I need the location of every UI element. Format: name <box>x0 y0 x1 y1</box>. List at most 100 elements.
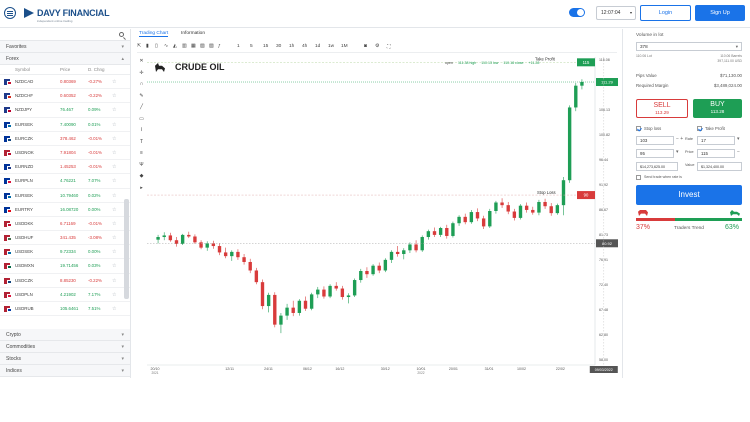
list-item[interactable]: EURCZK 378.462 -0.01% ☆ <box>0 132 130 146</box>
candle-body[interactable] <box>285 307 289 316</box>
candle-body[interactable] <box>451 223 455 236</box>
candle-body[interactable] <box>555 205 560 214</box>
list-item[interactable]: USDPLN 4.21902 7.17% ☆ <box>0 288 130 302</box>
chevron-down-icon[interactable]: ▾ <box>737 136 740 142</box>
stepper-minus-plus[interactable]: − <box>737 149 740 155</box>
list-item[interactable]: EURPLN 4.76221 7.07% ☆ <box>0 174 130 189</box>
candle-body[interactable] <box>156 237 160 240</box>
candle-body[interactable] <box>395 251 400 255</box>
candle-body[interactable] <box>352 280 357 296</box>
candle-body[interactable] <box>463 216 467 223</box>
candle-body[interactable] <box>211 243 216 247</box>
candle-body[interactable] <box>359 271 363 281</box>
sell-button[interactable]: SELL 113.29 <box>636 99 688 118</box>
candle-body[interactable] <box>254 270 259 283</box>
list-item[interactable]: NZDCAD 0.80369 -0.27% ☆ <box>0 75 130 90</box>
candle-body[interactable] <box>494 202 498 211</box>
candle-body[interactable] <box>242 257 246 262</box>
candle-body[interactable] <box>168 235 173 241</box>
candle-body[interactable] <box>549 206 553 214</box>
candle-body[interactable] <box>469 212 474 223</box>
star-icon[interactable]: ☆ <box>112 231 116 245</box>
candle-body[interactable] <box>273 294 277 325</box>
category-forex[interactable]: Forex ▴ <box>0 53 130 65</box>
candle-body[interactable] <box>537 201 541 213</box>
candle-body[interactable] <box>567 107 572 181</box>
candle-body[interactable] <box>445 227 449 236</box>
take-profit-price-input[interactable]: 115 <box>697 149 735 158</box>
list-scrollbar[interactable] <box>124 199 129 299</box>
candle-body[interactable] <box>371 265 375 275</box>
take-profit-checkbox[interactable] <box>697 126 702 131</box>
candle-body[interactable] <box>506 205 510 212</box>
list-item[interactable]: USDSEK 9.72334 0.00% ☆ <box>0 245 130 260</box>
candle-body[interactable] <box>162 235 166 238</box>
candle-body[interactable] <box>340 288 345 298</box>
list-item[interactable]: EURNZD 1.45253 -0.01% ☆ <box>0 160 130 175</box>
candle-body[interactable] <box>383 259 388 271</box>
list-item[interactable]: USDRUB 105.6461 7.51% ☆ <box>0 302 130 317</box>
candle-body[interactable] <box>580 81 584 86</box>
theme-toggle[interactable] <box>569 8 585 17</box>
category-crypto[interactable]: Crypto ▾ <box>0 329 130 341</box>
star-icon[interactable]: ☆ <box>112 75 116 89</box>
candle-body[interactable] <box>457 216 461 224</box>
logo[interactable]: DAVY FINANCIAL <box>24 6 110 20</box>
candle-body[interactable] <box>309 294 314 309</box>
list-item[interactable]: NZDCHF 0.60352 -0.22% ☆ <box>0 89 130 104</box>
list-item[interactable]: USDHUF 341.435 -3.08% ☆ <box>0 231 130 246</box>
candle-body[interactable] <box>561 180 566 206</box>
star-icon[interactable]: ☆ <box>112 274 116 288</box>
candle-body[interactable] <box>389 251 394 260</box>
chevron-down-icon[interactable]: ▾ <box>676 149 679 155</box>
hamburger-menu-icon[interactable] <box>4 7 16 19</box>
candle-body[interactable] <box>316 289 320 295</box>
candle-body[interactable] <box>303 300 308 309</box>
search-icon[interactable] <box>119 32 124 37</box>
candle-body[interactable] <box>500 202 504 206</box>
candle-body[interactable] <box>414 244 418 251</box>
star-icon[interactable]: ☆ <box>112 146 116 160</box>
star-icon[interactable]: ☆ <box>112 245 116 259</box>
candle-body[interactable] <box>236 251 240 258</box>
candle-body[interactable] <box>248 261 252 271</box>
list-item[interactable]: USDMXN 19.71456 0.03% ☆ <box>0 259 130 274</box>
login-button[interactable]: Login <box>640 5 691 21</box>
candle-body[interactable] <box>223 252 228 257</box>
category-indices[interactable]: Indices ▾ <box>0 365 130 377</box>
stop-loss-rate-input[interactable]: 103 <box>636 136 674 145</box>
candle-body[interactable] <box>187 234 191 237</box>
stepper-minus-plus[interactable]: − + <box>676 136 683 142</box>
candle-body[interactable] <box>481 218 486 227</box>
candle-body[interactable] <box>322 289 326 297</box>
list-item[interactable]: EURSEK 10.79460 0.02% ☆ <box>0 189 130 203</box>
candle-body[interactable] <box>328 285 332 297</box>
candle-body[interactable] <box>230 251 234 257</box>
volume-select[interactable]: 378 ▾ <box>636 42 742 51</box>
star-icon[interactable]: ☆ <box>112 217 116 231</box>
candle-body[interactable] <box>334 285 338 289</box>
candle-body[interactable] <box>512 211 517 218</box>
candle-body[interactable] <box>205 243 209 248</box>
star-icon[interactable]: ☆ <box>112 174 116 188</box>
list-item[interactable]: EURTRY 16.08720 0.00% ☆ <box>0 203 130 217</box>
candle-body[interactable] <box>346 295 351 298</box>
star-icon[interactable]: ☆ <box>112 132 116 146</box>
candle-body[interactable] <box>488 211 492 227</box>
list-item[interactable]: EURSEK 7.40090 0.01% ☆ <box>0 118 130 132</box>
stop-loss-checkbox[interactable] <box>636 126 641 131</box>
candle-body[interactable] <box>574 85 578 108</box>
candle-body[interactable] <box>402 250 406 255</box>
category-commodities[interactable]: Commodities ▾ <box>0 341 130 353</box>
candle-body[interactable] <box>543 201 547 207</box>
buy-button[interactable]: BUY 113.28 <box>693 99 742 118</box>
trade-rate-checkbox[interactable] <box>636 175 641 180</box>
candle-body[interactable] <box>377 265 381 271</box>
candle-body[interactable] <box>531 209 535 213</box>
star-icon[interactable]: ☆ <box>112 259 116 273</box>
star-icon[interactable]: ☆ <box>112 302 116 316</box>
star-icon[interactable]: ☆ <box>112 189 116 203</box>
invest-button[interactable]: Invest <box>636 185 742 205</box>
candle-body[interactable] <box>217 246 222 253</box>
star-icon[interactable]: ☆ <box>112 203 116 217</box>
